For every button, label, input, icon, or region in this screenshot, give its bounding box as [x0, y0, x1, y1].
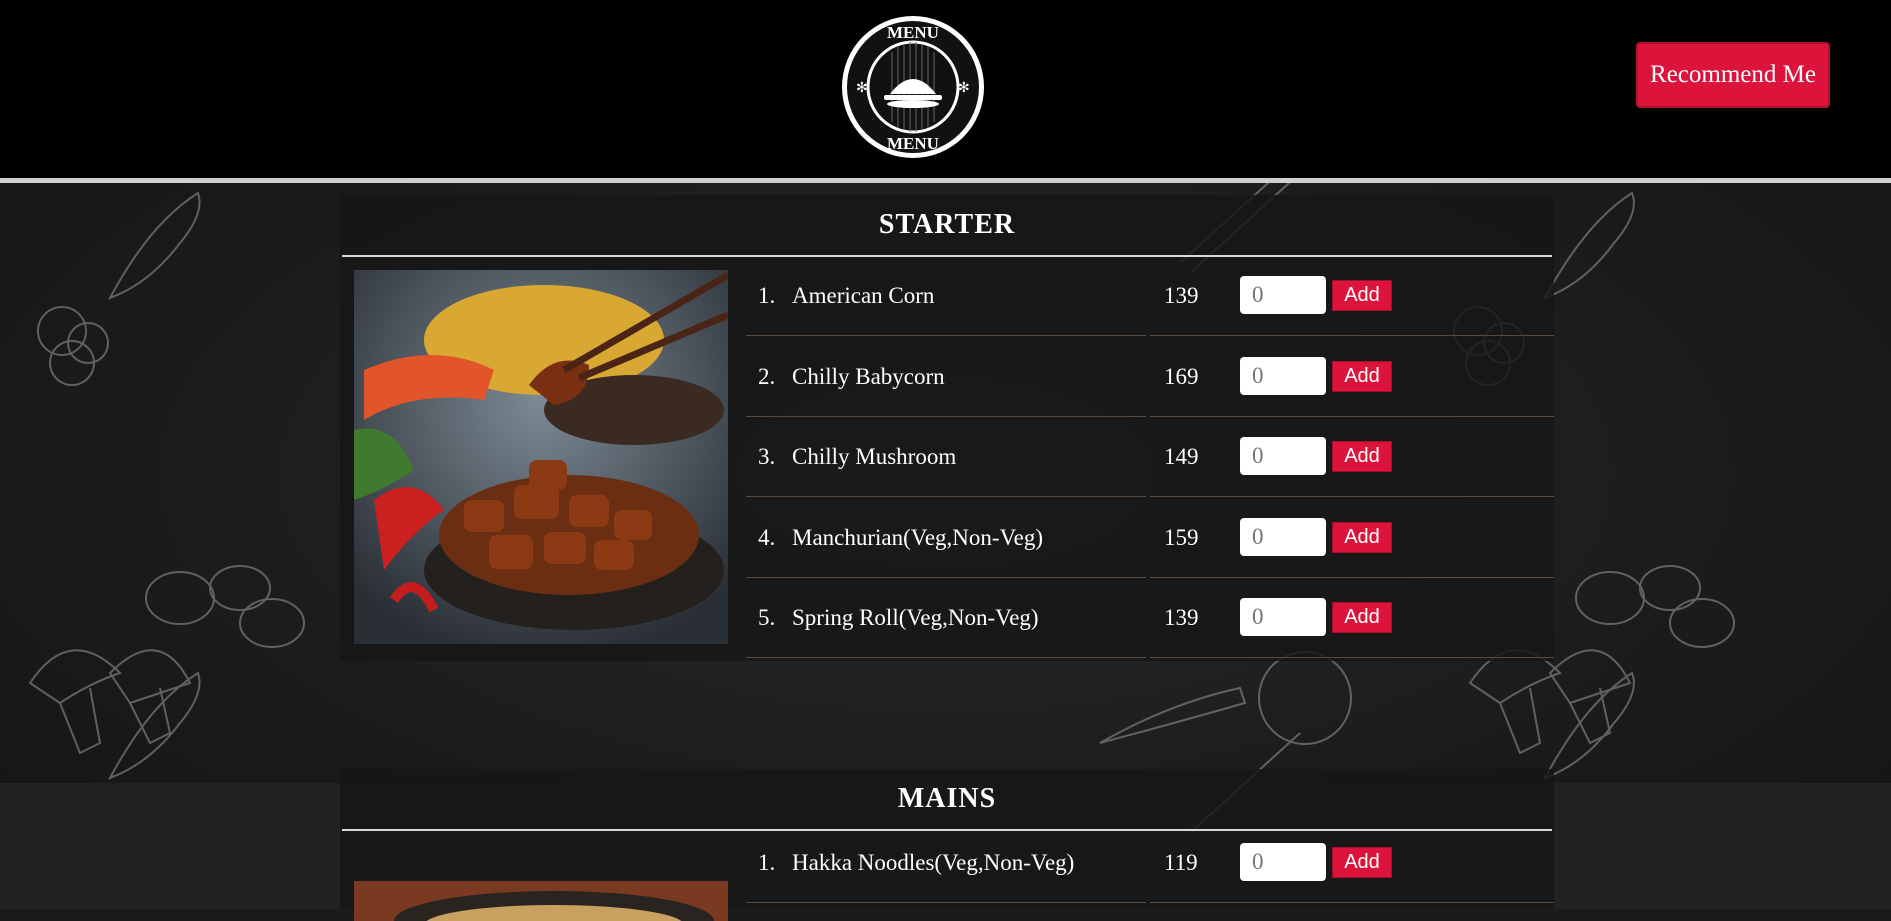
item-number: 4.	[758, 524, 776, 550]
site-header: MENU MENU ✻ ✻ Recommend Me	[0, 0, 1891, 178]
item-name: American Corn	[792, 283, 935, 308]
item-price: 159	[1164, 524, 1199, 550]
svg-text:✻: ✻	[856, 81, 868, 96]
item-name: Spring Roll(Veg,Non-Veg)	[792, 605, 1039, 630]
mains-food-image	[354, 881, 728, 921]
item-order-cell: 149 Add	[1150, 417, 1554, 497]
add-button[interactable]: Add	[1332, 847, 1392, 878]
item-name: Manchurian(Veg,Non-Veg)	[792, 524, 1044, 550]
quantity-input[interactable]	[1240, 276, 1326, 314]
item-number: 5.	[758, 605, 776, 630]
menu-logo[interactable]: MENU MENU ✻ ✻	[840, 14, 986, 160]
section-title-starter: STARTER	[342, 195, 1552, 257]
item-order-cell: 119 Add	[1150, 823, 1554, 903]
menu-item-row: 2. Chilly Babycorn 169 Add	[746, 337, 1554, 417]
section-title-mains: MAINS	[342, 769, 1552, 831]
logo-top-text: MENU	[887, 23, 939, 42]
item-name-cell: 1. Hakka Noodles(Veg,Non-Veg)	[746, 823, 1146, 903]
item-order-cell: 139 Add	[1150, 256, 1554, 336]
item-price: 169	[1164, 363, 1199, 389]
quantity-input[interactable]	[1240, 517, 1326, 556]
item-order-cell: 159 Add	[1150, 498, 1554, 578]
item-name: Chilly Mushroom	[792, 444, 957, 469]
menu-item-row: 3. Chilly Mushroom 149 Add	[746, 417, 1554, 497]
add-button[interactable]: Add	[1332, 360, 1392, 392]
starter-food-image	[354, 270, 728, 644]
item-name: Chilly Babycorn	[792, 363, 945, 389]
recommend-me-button[interactable]: Recommend Me	[1636, 42, 1830, 108]
logo-bottom-text: MENU	[887, 134, 939, 153]
menu-item-row: 1. Hakka Noodles(Veg,Non-Veg) 119 Add	[746, 823, 1554, 903]
item-name-cell: 3. Chilly Mushroom	[746, 417, 1146, 497]
item-order-cell: 169 Add	[1150, 337, 1554, 417]
item-number: 1.	[758, 283, 776, 308]
item-price: 149	[1164, 444, 1199, 469]
svg-text:✻: ✻	[958, 81, 970, 96]
item-name: Hakka Noodles(Veg,Non-Veg)	[792, 850, 1075, 875]
menu-item-row: 4. Manchurian(Veg,Non-Veg) 159 Add	[746, 498, 1554, 578]
item-price: 139	[1164, 283, 1199, 308]
item-number: 1.	[758, 850, 776, 875]
quantity-input[interactable]	[1240, 598, 1326, 636]
quantity-input[interactable]	[1240, 356, 1326, 395]
item-number: 2.	[758, 363, 776, 389]
item-order-cell: 139 Add	[1150, 578, 1554, 658]
quantity-input[interactable]	[1240, 437, 1326, 475]
add-button[interactable]: Add	[1332, 521, 1392, 553]
quantity-input[interactable]	[1240, 843, 1326, 881]
menu-item-row: 5. Spring Roll(Veg,Non-Veg) 139 Add	[746, 578, 1554, 658]
item-number: 3.	[758, 444, 776, 469]
item-name-cell: 4. Manchurian(Veg,Non-Veg)	[746, 498, 1146, 578]
item-name-cell: 2. Chilly Babycorn	[746, 337, 1146, 417]
item-price: 119	[1164, 850, 1198, 875]
add-button[interactable]: Add	[1332, 602, 1392, 633]
add-button[interactable]: Add	[1332, 441, 1392, 472]
item-name-cell: 5. Spring Roll(Veg,Non-Veg)	[746, 578, 1146, 658]
menu-item-row: 1. American Corn 139 Add	[746, 256, 1554, 336]
add-button[interactable]: Add	[1332, 280, 1392, 311]
item-name-cell: 1. American Corn	[746, 256, 1146, 336]
item-price: 139	[1164, 605, 1199, 630]
